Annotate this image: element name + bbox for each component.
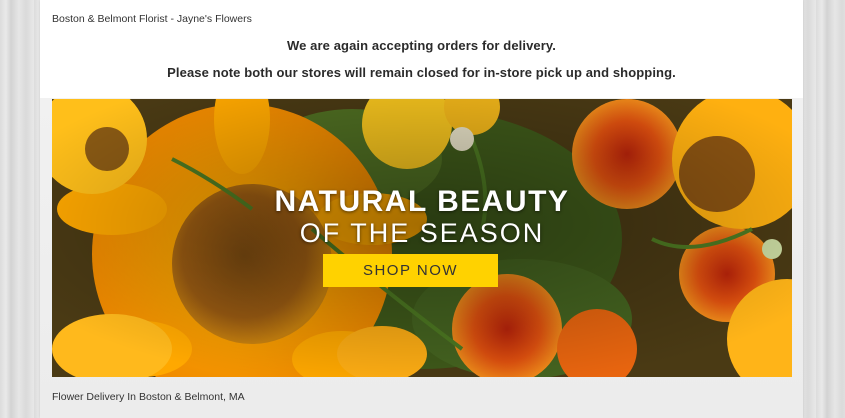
banner-headline: NATURAL BEAUTY: [274, 185, 570, 218]
site-title[interactable]: Boston & Belmont Florist - Jayne's Flowe…: [52, 13, 252, 25]
footer-caption: Flower Delivery In Boston & Belmont, MA: [52, 391, 245, 403]
page-container: Boston & Belmont Florist - Jayne's Flowe…: [40, 0, 803, 418]
delivery-notice: We are again accepting orders for delive…: [287, 38, 556, 53]
store-closure-notice: Please note both our stores will remain …: [167, 65, 676, 80]
banner-subheadline: OF THE SEASON: [299, 218, 545, 248]
hero-banner[interactable]: NATURAL BEAUTY OF THE SEASON SHOP NOW: [52, 99, 792, 377]
shop-now-button[interactable]: SHOP NOW: [323, 254, 498, 287]
